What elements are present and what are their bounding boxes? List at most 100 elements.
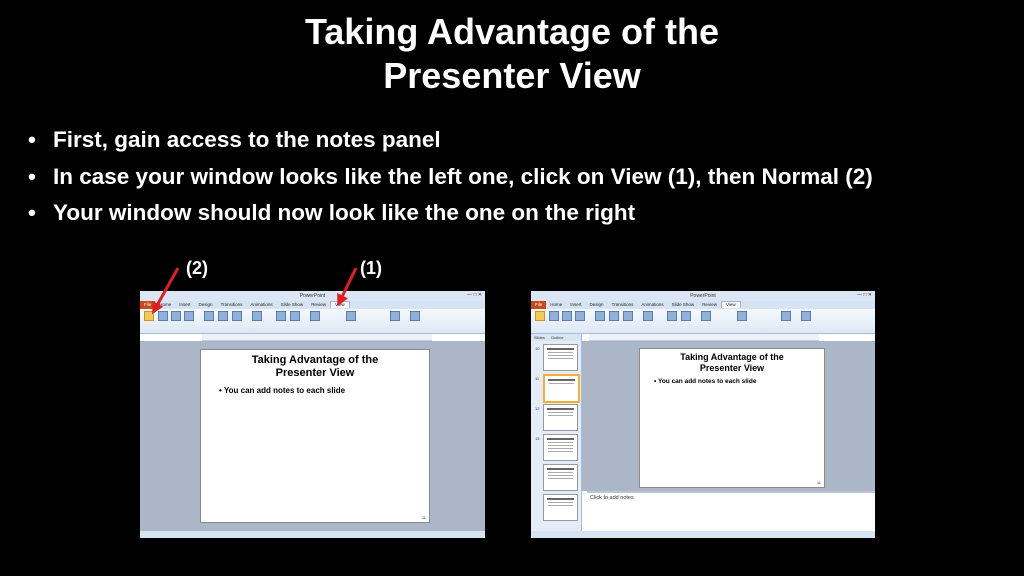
slide-title-line-1: Taking Advantage of the [304, 11, 720, 52]
tab-slide-show[interactable]: Slide Show [277, 301, 308, 309]
tab-view[interactable]: View [720, 301, 741, 308]
color-button[interactable] [310, 311, 320, 325]
slide-preview[interactable]: Taking Advantage of the Presenter View •… [200, 349, 430, 523]
ribbon-tabs: File Home Insert Design Transitions Animation… [140, 301, 485, 309]
macros-icon [801, 311, 811, 321]
tab-file[interactable]: File [531, 301, 547, 309]
notes-page-icon [171, 311, 181, 321]
ruler-icon [643, 311, 653, 321]
macros-button[interactable] [801, 311, 811, 325]
tab-home[interactable]: Home [155, 301, 175, 309]
tab-animations[interactable]: Animations [246, 301, 276, 309]
fit-to-window-button[interactable] [290, 311, 300, 325]
status-bar [140, 531, 485, 538]
tab-transitions[interactable]: Transitions [608, 301, 638, 309]
tab-review[interactable]: Review [698, 301, 721, 309]
tab-transitions[interactable]: Transitions [217, 301, 247, 309]
preview-title: Taking Advantage of the Presenter View [640, 352, 824, 374]
new-window-icon [737, 311, 747, 321]
bullet-item: In case your window looks like the left … [26, 159, 873, 196]
zoom-icon [667, 311, 677, 321]
fit-window-icon [290, 311, 300, 321]
tab-animations[interactable]: Animations [637, 301, 667, 309]
new-window-icon [346, 311, 356, 321]
preview-slide-number: 11 [421, 515, 426, 520]
callout-view-label: (1) [360, 258, 382, 278]
slide-canvas: Taking Advantage of the Presenter View •… [582, 341, 875, 491]
reading-view-button[interactable] [184, 311, 194, 325]
slide-thumbnail[interactable] [543, 464, 578, 491]
notes-master-button[interactable] [623, 311, 633, 325]
reading-view-button[interactable] [575, 311, 585, 325]
tab-home[interactable]: Home [546, 301, 566, 309]
new-window-button[interactable] [737, 311, 747, 325]
preview-title: Taking Advantage of the Presenter View [201, 354, 429, 380]
fit-window-icon [681, 311, 691, 321]
new-window-button[interactable] [346, 311, 356, 325]
tab-slide-show[interactable]: Slide Show [668, 301, 699, 309]
zoom-button[interactable] [276, 311, 286, 325]
slide-sorter-icon [549, 311, 559, 321]
notes-master-button[interactable] [232, 311, 242, 325]
slides-panel: Slides Outline 10 11 12 13 [531, 334, 582, 531]
ruler-icon [252, 311, 262, 321]
ribbon [531, 309, 875, 334]
notes-page-icon [562, 311, 572, 321]
switch-windows-button[interactable] [390, 311, 400, 325]
normal-view-button[interactable] [144, 311, 154, 325]
slide-master-button[interactable] [204, 311, 214, 325]
normal-view-button[interactable] [535, 311, 545, 325]
slide-thumbnail[interactable] [543, 434, 578, 461]
slide-title: Taking Advantage of the Presenter View [0, 10, 1024, 98]
preview-title-line-2: Presenter View [275, 367, 355, 379]
slide-sorter-button[interactable] [549, 311, 559, 325]
handout-master-icon [218, 311, 228, 321]
slide-canvas: Taking Advantage of the Presenter View •… [140, 341, 485, 531]
preview-title-line-2: Presenter View [699, 363, 765, 373]
ruler-checkbox[interactable] [252, 311, 262, 325]
thumb-number: 13 [535, 436, 540, 441]
ruler-checkbox[interactable] [643, 311, 653, 325]
ribbon [140, 309, 485, 334]
tab-slides[interactable]: Slides [531, 335, 548, 340]
tab-review[interactable]: Review [307, 301, 330, 309]
tab-outline[interactable]: Outline [548, 335, 567, 340]
slide-thumbnail-selected[interactable] [543, 374, 580, 403]
zoom-icon [276, 311, 286, 321]
switch-windows-button[interactable] [781, 311, 791, 325]
tab-insert[interactable]: Insert [566, 301, 585, 309]
bullet-item: First, gain access to the notes panel [26, 122, 873, 159]
notes-placeholder: Click to add notes [590, 495, 634, 501]
slide-master-button[interactable] [595, 311, 605, 325]
slide-master-icon [595, 311, 605, 321]
tab-view[interactable]: View [329, 301, 350, 308]
window-controls: — □ ✕ [467, 292, 482, 298]
slide-sorter-button[interactable] [158, 311, 168, 325]
slide-thumbnail[interactable] [543, 404, 578, 431]
window-titlebar: PowerPoint [140, 291, 485, 301]
handout-master-button[interactable] [218, 311, 228, 325]
notes-page-button[interactable] [562, 311, 572, 325]
macros-button[interactable] [410, 311, 420, 325]
tab-insert[interactable]: Insert [175, 301, 194, 309]
zoom-button[interactable] [667, 311, 677, 325]
slide-preview[interactable]: Taking Advantage of the Presenter View •… [639, 348, 825, 488]
preview-title-line-1: Taking Advantage of the [680, 352, 784, 362]
thumb-number: 11 [535, 376, 540, 381]
tab-design[interactable]: Design [195, 301, 217, 309]
macros-icon [410, 311, 420, 321]
fit-to-window-button[interactable] [681, 311, 691, 325]
color-button[interactable] [701, 311, 711, 325]
tab-file[interactable]: File [140, 301, 156, 309]
switch-windows-icon [781, 311, 791, 321]
handout-master-button[interactable] [609, 311, 619, 325]
tab-design[interactable]: Design [586, 301, 608, 309]
slide-thumbnail[interactable] [543, 494, 578, 521]
notes-master-icon [623, 311, 633, 321]
bullet-list: First, gain access to the notes panel In… [26, 122, 873, 232]
ribbon-tabs: File Home Insert Design Transitions Animation… [531, 301, 875, 309]
preview-bullet: • You can add notes to each slide [219, 386, 346, 395]
notes-pane[interactable]: Click to add notes [587, 491, 875, 531]
slide-thumbnail[interactable] [543, 344, 578, 371]
notes-page-button[interactable] [171, 311, 181, 325]
